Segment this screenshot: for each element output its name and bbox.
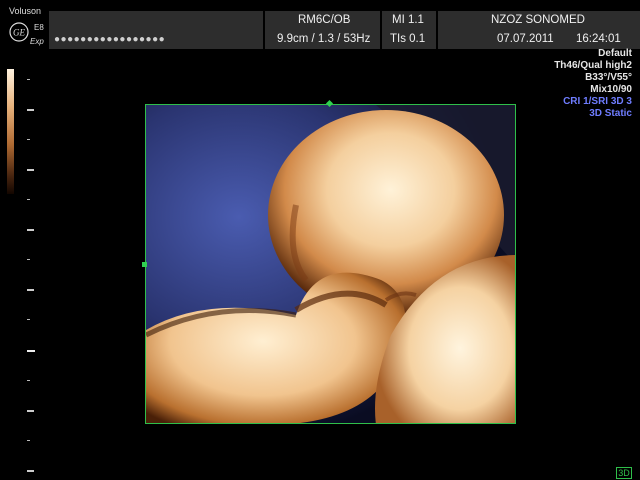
scale-tick-major bbox=[27, 229, 34, 231]
mi-readout: MI 1.1 bbox=[392, 14, 424, 26]
mode-label: Exp bbox=[30, 37, 44, 46]
time-label: 16:24:01 bbox=[576, 33, 621, 45]
color-map-bar bbox=[7, 69, 14, 194]
scale-tick-major bbox=[27, 470, 34, 472]
scale-tick bbox=[27, 319, 30, 320]
tis-readout: TIs 0.1 bbox=[390, 33, 426, 45]
probe-label: RM6C/OB bbox=[298, 14, 351, 26]
header-bar-top: RM6C/OB MI 1.1 NZOZ SONOMED bbox=[49, 11, 640, 30]
scale-tick bbox=[27, 199, 30, 200]
separator bbox=[263, 30, 265, 49]
scale-tick bbox=[27, 139, 30, 140]
render-mode-label: 3D Static bbox=[589, 108, 632, 119]
header: Voluson GE E8 Exp RM6C/OB MI 1.1 NZOZ SO… bbox=[0, 0, 640, 50]
scale-tick-major bbox=[27, 289, 34, 291]
scale-tick-current bbox=[27, 350, 35, 352]
preset-label: Default bbox=[598, 48, 632, 59]
institution-name: NZOZ SONOMED bbox=[491, 14, 585, 26]
scale-tick bbox=[27, 440, 30, 441]
scale-tick-major bbox=[27, 169, 34, 171]
header-bar-bottom: ●●●●●●●●●●●●●●●●● 9.9cm / 1.3 / 53Hz TIs… bbox=[49, 30, 640, 49]
scale-tick-major bbox=[27, 109, 34, 111]
cri-label: CRI 1/SRI 3D 3 bbox=[563, 96, 632, 107]
separator bbox=[263, 11, 265, 30]
scale-tick bbox=[27, 79, 30, 80]
ge-logo-icon: GE bbox=[9, 22, 29, 42]
imaging-parameters: Default Th46/Qual high2 B33°/V55° Mix10/… bbox=[554, 48, 632, 120]
patient-id-masked: ●●●●●●●●●●●●●●●●● bbox=[54, 34, 166, 45]
scale-tick-major bbox=[27, 410, 34, 412]
quality-label: Th46/Qual high2 bbox=[554, 60, 632, 71]
date-label: 07.07.2011 bbox=[497, 33, 554, 45]
separator bbox=[380, 11, 382, 30]
separator bbox=[380, 30, 382, 49]
fetal-render-image bbox=[146, 105, 515, 423]
separator bbox=[436, 11, 438, 30]
scale-tick bbox=[27, 380, 30, 381]
brand-block: Voluson GE E8 Exp bbox=[0, 6, 48, 48]
mode-3d-badge[interactable]: 3D bbox=[616, 467, 632, 479]
angles-label: B33°/V55° bbox=[585, 72, 632, 83]
brand-label: Voluson bbox=[9, 6, 42, 16]
3d-render-viewport[interactable] bbox=[145, 104, 516, 424]
mix-label: Mix10/90 bbox=[590, 84, 632, 95]
svg-text:GE: GE bbox=[13, 28, 25, 38]
render-box-left-marker[interactable] bbox=[142, 262, 147, 267]
scale-tick bbox=[27, 259, 30, 260]
separator bbox=[436, 30, 438, 49]
model-label: E8 bbox=[34, 23, 44, 32]
depth-readout: 9.9cm / 1.3 / 53Hz bbox=[277, 33, 371, 45]
